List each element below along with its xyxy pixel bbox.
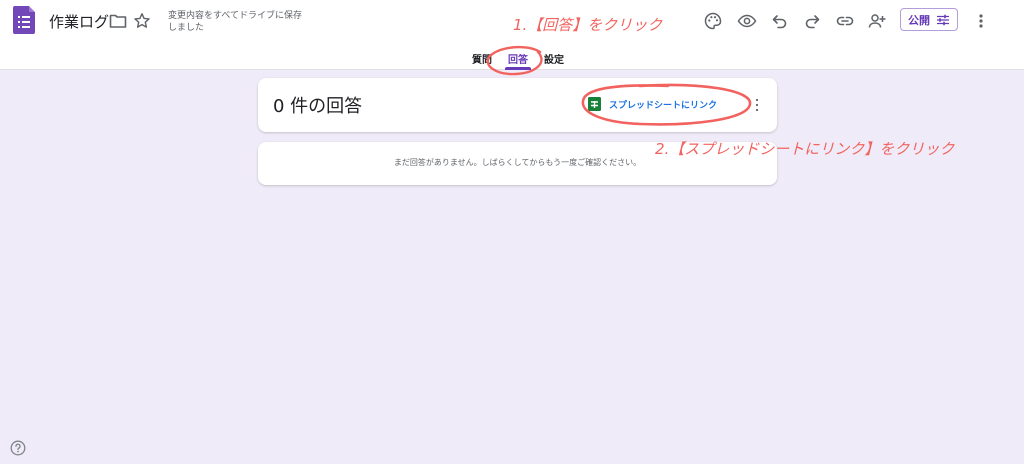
star-icon[interactable] — [133, 12, 151, 30]
tune-icon — [937, 14, 949, 25]
palette-icon[interactable] — [703, 11, 723, 31]
response-count: 0 件の回答 — [273, 96, 363, 117]
undo-icon[interactable] — [770, 11, 790, 31]
link-to-sheets-label: スプレッドシートにリンク — [609, 100, 718, 111]
active-tab-indicator — [505, 67, 531, 70]
tab-responses[interactable]: 回答 — [508, 51, 528, 66]
eye-icon[interactable] — [737, 11, 757, 31]
folder-icon[interactable] — [109, 13, 127, 29]
top-bar: 作業ログ 変更内容をすべてドライブに保存しました 公開 質問 回答 設定 — [0, 0, 1024, 70]
redo-icon[interactable] — [802, 11, 822, 31]
forms-logo-icon[interactable] — [13, 6, 35, 34]
sheets-icon — [588, 97, 601, 111]
more-vert-icon[interactable] — [975, 11, 987, 31]
responses-more-icon[interactable] — [754, 95, 760, 115]
publish-label: 公開 — [908, 13, 930, 27]
add-collaborator-icon[interactable] — [867, 11, 887, 31]
responses-summary-card: 0 件の回答 スプレッドシートにリンク — [258, 78, 777, 132]
tab-bar: 質問 回答 設定 — [0, 48, 1024, 70]
publish-button[interactable]: 公開 — [900, 8, 958, 31]
link-to-sheets-button[interactable]: スプレッドシートにリンク — [588, 94, 717, 114]
tab-questions[interactable]: 質問 — [472, 51, 492, 66]
document-title[interactable]: 作業ログ — [49, 11, 109, 32]
tab-settings[interactable]: 設定 — [544, 51, 564, 66]
link-icon[interactable] — [835, 11, 855, 31]
annotation-step-1: 1.【回答】をクリック — [513, 16, 663, 34]
save-status: 変更内容をすべてドライブに保存しました — [168, 11, 303, 33]
help-icon[interactable] — [10, 440, 26, 456]
annotation-step-2: 2.【スプレッドシートにリンク】をクリック — [655, 140, 955, 158]
